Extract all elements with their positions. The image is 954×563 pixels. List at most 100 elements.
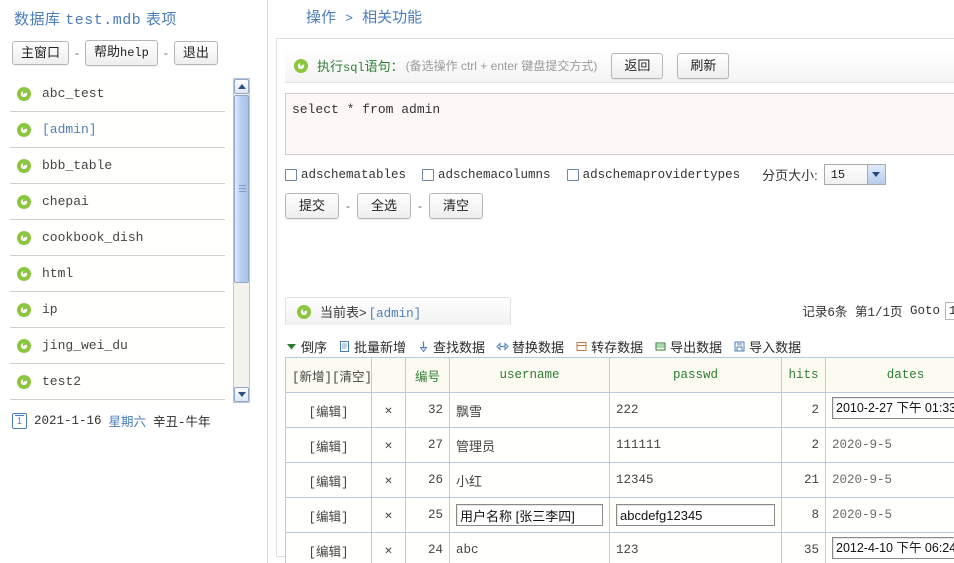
chevron-down-icon[interactable]	[867, 165, 885, 184]
op-transfer[interactable]: 转存数据	[575, 337, 643, 356]
passwd-input[interactable]	[616, 504, 775, 526]
checkbox-icon[interactable]	[422, 169, 434, 181]
breadcrumb-root[interactable]: 操作	[306, 9, 336, 26]
cell-username[interactable]: 小红	[450, 463, 610, 498]
cell-passwd[interactable]: 111111	[610, 428, 782, 463]
checkbox-icon[interactable]	[567, 169, 579, 181]
header-dates[interactable]: dates	[826, 358, 954, 393]
sidebar-scrollbar[interactable]	[233, 78, 250, 403]
username-input[interactable]	[456, 504, 603, 526]
op-export[interactable]: 导出数据	[654, 337, 722, 356]
panel-divider	[267, 0, 268, 563]
cell-passwd[interactable]: 222	[610, 393, 782, 428]
checkbox-label: adschematables	[301, 168, 406, 182]
edit-record-button[interactable]: [编辑]	[286, 533, 372, 563]
op-swap[interactable]: 替换数据	[496, 337, 564, 356]
table-list-item[interactable]: bbb_table	[10, 148, 225, 184]
header-passwd[interactable]: passwd	[610, 358, 782, 393]
goto-page-input[interactable]	[945, 302, 954, 320]
cell-dates[interactable]: 2020-9-5	[826, 428, 954, 463]
sql-label-cn2: 语句：	[365, 59, 404, 74]
clear-button[interactable]: 清空	[429, 193, 483, 219]
submit-button[interactable]: 提交	[285, 193, 339, 219]
scrollbar-thumb[interactable]	[234, 95, 249, 283]
clear-records-button[interactable]: [清空]	[332, 366, 371, 385]
delete-record-icon[interactable]: ✕	[372, 533, 406, 563]
header-delete	[372, 358, 406, 393]
cell-dates[interactable]: 2020-9-5	[826, 463, 954, 498]
op-triangle-down[interactable]: 倒序	[285, 337, 327, 356]
header-username[interactable]: username	[450, 358, 610, 393]
exit-button[interactable]: 退出	[174, 41, 218, 65]
delete-record-icon[interactable]: ✕	[372, 393, 406, 428]
sql-exec-label: 执行sql语句：	[317, 56, 404, 75]
cell-passwd[interactable]: 123	[610, 533, 782, 563]
checkbox-adschemaprovidertypes[interactable]: adschemaprovidertypes	[567, 168, 741, 182]
op-import[interactable]: 导入数据	[733, 337, 801, 356]
op-document-add[interactable]: 批量新增	[338, 337, 406, 356]
add-record-button[interactable]: [新增]	[292, 366, 332, 385]
current-weekday: 星期六	[109, 411, 147, 430]
checkbox-adschematables[interactable]: adschematables	[285, 168, 406, 182]
cell-dates[interactable]: 2012-4-10 下午 06:24:3	[826, 533, 954, 563]
edit-record-button[interactable]: [编辑]	[286, 428, 372, 463]
export-icon	[654, 340, 667, 353]
data-grid-wrapper: [新增] [清空] 编号 username passwd hits dates	[285, 357, 954, 563]
table-list[interactable]: abc_test[admin]bbb_tablechepaicookbook_d…	[10, 76, 246, 406]
table-row: [编辑]✕27管理员11111122020-9-5	[286, 428, 954, 463]
delete-record-icon[interactable]: ✕	[372, 428, 406, 463]
scroll-up-icon[interactable]	[234, 79, 249, 94]
table-list-item[interactable]: abc_test	[10, 76, 225, 112]
op-arrow-down[interactable]: 查找数据	[417, 337, 485, 356]
cell-dates[interactable]: 2010-2-27 下午 01:33:3	[826, 393, 954, 428]
table-list-item[interactable]: jing_wei_du	[10, 328, 225, 364]
cell-passwd[interactable]: 12345	[610, 463, 782, 498]
checkbox-icon[interactable]	[285, 169, 297, 181]
delete-record-icon[interactable]: ✕	[372, 463, 406, 498]
edit-record-button[interactable]: [编辑]	[286, 498, 372, 533]
delete-record-icon[interactable]: ✕	[372, 498, 406, 533]
edit-record-button[interactable]: [编辑]	[286, 463, 372, 498]
home-button[interactable]: 主窗口	[12, 41, 69, 65]
date-text: 2020-9-5	[832, 508, 892, 522]
header-actions: [新增] [清空]	[286, 358, 372, 393]
scroll-down-icon[interactable]	[234, 387, 249, 402]
date-input[interactable]: 2010-2-27 下午 01:33:3	[832, 397, 954, 419]
pagesize-select[interactable]: 15	[824, 164, 886, 185]
cell-username[interactable]: 飘雪	[450, 393, 610, 428]
checkbox-adschemacolumns[interactable]: adschemacolumns	[422, 168, 551, 182]
cell-id: 24	[406, 533, 450, 563]
table-list-item[interactable]: html	[10, 256, 225, 292]
refresh-button[interactable]: 刷新	[677, 53, 729, 79]
header-id[interactable]: 编号	[406, 358, 450, 393]
cell-dates[interactable]: 2020-9-5	[826, 498, 954, 533]
nav-separator-1: -	[75, 46, 79, 60]
cell-username[interactable]: abc	[450, 533, 610, 563]
cell-username[interactable]	[450, 498, 610, 533]
arrow-down-icon	[417, 340, 430, 353]
calendar-icon	[12, 413, 27, 429]
table-list-item[interactable]: [admin]	[10, 112, 225, 148]
table-list-item[interactable]: ip	[10, 292, 225, 328]
username-text: abc	[456, 543, 479, 557]
table-list-item[interactable]: cookbook_dish	[10, 220, 225, 256]
table-row: [编辑]✕24abc123352012-4-10 下午 06:24:3	[286, 533, 954, 563]
table-list-item[interactable]: chepai	[10, 184, 225, 220]
sidebar: 数据库 test.mdb 表项 主窗口 - 帮助help - 退出 abc_te…	[0, 0, 262, 563]
table-list-item[interactable]: test2	[10, 364, 225, 400]
transfer-icon	[575, 340, 588, 353]
green-arrow-icon	[16, 266, 32, 282]
header-hits[interactable]: hits	[782, 358, 826, 393]
username-text: 小红	[456, 474, 482, 489]
sql-input[interactable]	[285, 93, 954, 155]
cell-passwd[interactable]	[610, 498, 782, 533]
cell-username[interactable]: 管理员	[450, 428, 610, 463]
select-all-button[interactable]: 全选	[357, 193, 411, 219]
date-input[interactable]: 2012-4-10 下午 06:24:3	[832, 537, 954, 559]
sql-hint-text: (备选操作 ctrl + enter 键盘提交方式)	[406, 57, 598, 74]
back-button[interactable]: 返回	[611, 53, 663, 79]
table-header-row: [新增] [清空] 编号 username passwd hits dates	[286, 358, 954, 393]
help-button[interactable]: 帮助help	[85, 40, 158, 66]
edit-record-button[interactable]: [编辑]	[286, 393, 372, 428]
cell-hits: 21	[782, 463, 826, 498]
